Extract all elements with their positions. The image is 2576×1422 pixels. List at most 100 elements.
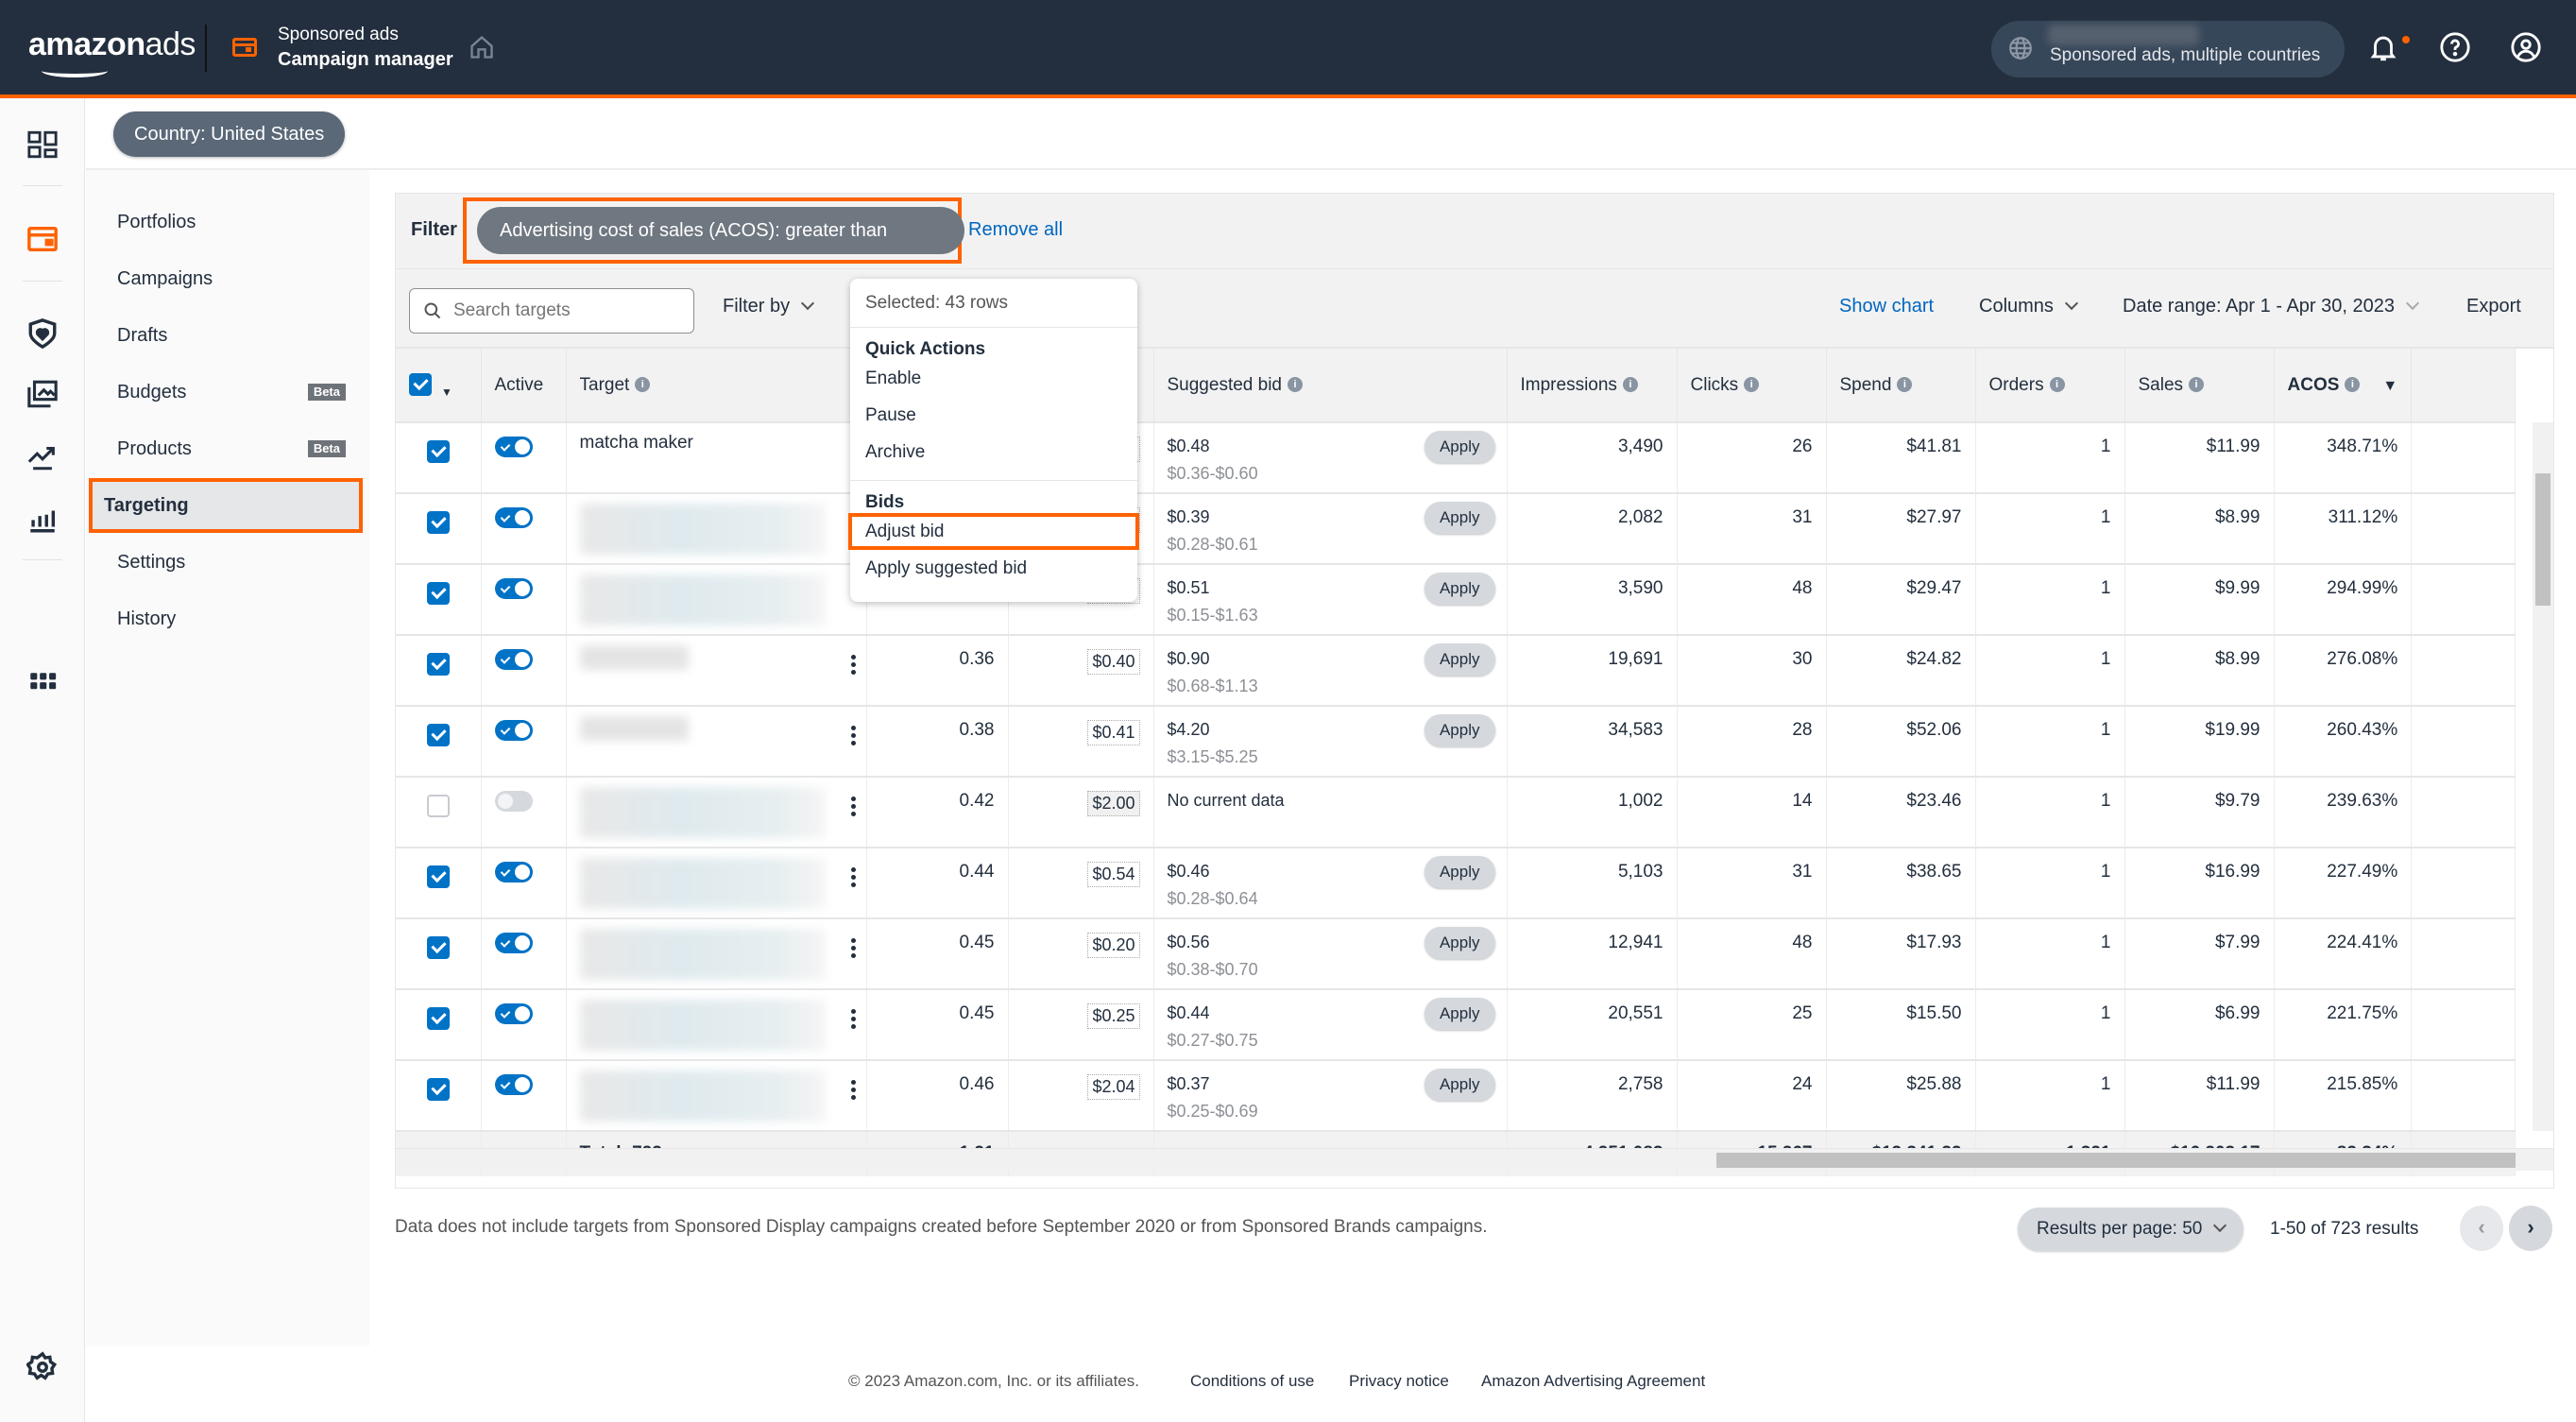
apply-suggested-bid-button[interactable]: Apply xyxy=(1424,856,1495,888)
export-button[interactable]: Export xyxy=(2466,296,2521,317)
dashboard-icon[interactable] xyxy=(26,128,59,161)
bid-input[interactable]: $2.04 xyxy=(1087,1074,1140,1100)
search-targets-input[interactable] xyxy=(453,289,680,333)
row-checkbox[interactable] xyxy=(426,1007,450,1030)
privacy-notice-link[interactable]: Privacy notice xyxy=(1349,1372,1449,1391)
menu-item-adjust-bid[interactable]: Adjust bid xyxy=(848,513,1139,550)
info-icon[interactable]: i xyxy=(1744,377,1760,393)
date-range-dropdown[interactable]: Date range: Apr 1 - Apr 30, 2023 xyxy=(2123,296,2420,317)
column-header-suggested-bid[interactable]: Suggested bid i xyxy=(1153,349,1508,423)
apply-suggested-bid-button[interactable]: Apply xyxy=(1424,502,1495,534)
apply-suggested-bid-button[interactable]: Apply xyxy=(1424,714,1495,746)
sidebar-item-drafts[interactable]: Drafts xyxy=(102,308,357,363)
sidebar-item-budgets[interactable]: Budgets Beta xyxy=(102,365,357,420)
column-header-target[interactable]: Target i xyxy=(566,349,867,423)
sidebar-item-portfolios[interactable]: Portfolios xyxy=(102,195,357,249)
more-options-kebab-icon[interactable] xyxy=(850,655,857,676)
bid-input[interactable]: $2.00 xyxy=(1087,791,1140,816)
conditions-of-use-link[interactable]: Conditions of use xyxy=(1190,1372,1314,1391)
column-header-active[interactable]: Active xyxy=(481,349,567,423)
row-checkbox[interactable] xyxy=(426,440,450,463)
row-checkbox[interactable] xyxy=(426,1078,450,1101)
table-row[interactable]: 0.42 $2.00 No current data 1,002 14 $23.46 1 $9… xyxy=(396,777,2516,848)
scrollbar-thumb[interactable] xyxy=(2535,473,2550,606)
more-options-kebab-icon[interactable] xyxy=(850,797,857,817)
brand-shield-icon[interactable] xyxy=(26,317,59,350)
apply-suggested-bid-button[interactable]: Apply xyxy=(1424,573,1495,605)
active-toggle[interactable] xyxy=(494,933,533,953)
info-icon[interactable]: i xyxy=(1897,377,1913,393)
more-options-kebab-icon[interactable] xyxy=(850,867,857,888)
columns-dropdown[interactable]: Columns xyxy=(1979,296,2078,317)
more-options-kebab-icon[interactable] xyxy=(850,1080,857,1101)
sort-chevron-down-icon[interactable]: ▼ xyxy=(2382,378,2397,394)
table-row[interactable]: $0.34$0.51$0.15-$1.63Apply3,59048$29.471… xyxy=(396,564,2516,636)
apply-suggested-bid-button[interactable]: Apply xyxy=(1424,927,1495,959)
bid-input[interactable]: $0.40 xyxy=(1087,649,1140,675)
bell-icon[interactable] xyxy=(2367,31,2399,63)
table-row[interactable]: 0.45 $0.20 $0.56 $0.38-$0.70 Apply 12,941 48 $1… xyxy=(396,918,2516,990)
info-icon[interactable]: i xyxy=(2049,377,2065,393)
settings-gear-icon[interactable] xyxy=(26,1351,59,1383)
scrollbar-thumb[interactable] xyxy=(1716,1153,2516,1168)
more-options-kebab-icon[interactable] xyxy=(850,726,857,746)
column-header-clicks[interactable]: Clicks i xyxy=(1677,349,1827,423)
select-menu-caret-icon[interactable]: ▼ xyxy=(441,385,452,399)
active-toggle[interactable] xyxy=(494,1003,533,1024)
row-checkbox[interactable] xyxy=(426,724,450,746)
sidebar-item-campaigns[interactable]: Campaigns xyxy=(102,251,357,306)
menu-item-archive[interactable]: Archive xyxy=(850,434,1137,471)
more-options-kebab-icon[interactable] xyxy=(850,938,857,959)
row-checkbox[interactable] xyxy=(426,582,450,605)
media-library-icon[interactable] xyxy=(26,378,59,410)
advertising-agreement-link[interactable]: Amazon Advertising Agreement xyxy=(1481,1372,1705,1391)
table-row[interactable]: 0.46 $2.04 $0.37 $0.25-$0.69 Apply 2,758 24 $25… xyxy=(396,1060,2516,1132)
amazon-ads-logo[interactable]: amazonads xyxy=(28,26,196,77)
menu-item-pause[interactable]: Pause xyxy=(850,397,1137,434)
table-row[interactable]: 0.38 $0.41 $4.20 $3.15-$5.25 Apply 34,583 28 $5… xyxy=(396,706,2516,778)
horizontal-scrollbar[interactable] xyxy=(396,1148,2553,1171)
apply-suggested-bid-button[interactable]: Apply xyxy=(1424,998,1495,1030)
select-all-checkbox[interactable] xyxy=(409,372,432,396)
table-row[interactable]: 0.36 $0.40 $0.90 $0.68-$1.13 Apply 19,691 30 $2… xyxy=(396,635,2516,707)
active-toggle[interactable] xyxy=(494,720,533,741)
sidebar-item-targeting[interactable]: Targeting xyxy=(89,478,363,533)
row-checkbox[interactable] xyxy=(426,653,450,676)
info-icon[interactable]: i xyxy=(1622,377,1638,393)
country-selector[interactable]: Country: United States xyxy=(113,111,346,157)
column-header-spend[interactable]: Spend i xyxy=(1826,349,1976,423)
remove-all-link[interactable]: Remove all xyxy=(968,219,1063,241)
help-icon[interactable] xyxy=(2439,31,2471,63)
sidebar-item-settings[interactable]: Settings xyxy=(102,535,357,590)
active-toggle[interactable] xyxy=(494,649,533,670)
table-row[interactable]: $0.50$0.39$0.28-$0.61Apply2,08231$27.971… xyxy=(396,493,2516,565)
bid-input[interactable]: $0.41 xyxy=(1087,720,1140,745)
active-toggle[interactable] xyxy=(494,437,533,457)
search-box[interactable] xyxy=(409,288,694,334)
table-row[interactable]: 0.45 $0.25 $0.44 $0.27-$0.75 Apply 20,551 25 $1… xyxy=(396,989,2516,1061)
row-checkbox[interactable] xyxy=(426,795,450,817)
results-per-page-dropdown[interactable]: Results per page: 50 xyxy=(2018,1208,2244,1251)
reports-bar-icon[interactable] xyxy=(26,503,59,535)
column-header-impressions[interactable]: Impressions i xyxy=(1507,349,1678,423)
user-profile-icon[interactable] xyxy=(2510,31,2542,63)
column-header-sales[interactable]: Sales i xyxy=(2124,349,2275,423)
active-toggle[interactable] xyxy=(494,1074,533,1095)
active-toggle[interactable] xyxy=(494,862,533,882)
menu-item-enable[interactable]: Enable xyxy=(850,360,1137,397)
acos-filter-chip[interactable]: Advertising cost of sales (ACOS): greate… xyxy=(477,207,964,289)
active-toggle[interactable] xyxy=(494,507,533,528)
column-header-orders[interactable]: Orders i xyxy=(1975,349,2125,423)
apps-grid-icon[interactable] xyxy=(26,669,59,701)
trending-icon[interactable] xyxy=(26,440,59,472)
info-icon[interactable]: i xyxy=(2345,377,2361,393)
info-icon[interactable]: i xyxy=(2189,377,2205,393)
column-header-acos[interactable]: ACOS i ▼ xyxy=(2274,349,2413,423)
filter-by-dropdown[interactable]: Filter by xyxy=(723,296,815,317)
row-checkbox[interactable] xyxy=(426,511,450,534)
apply-suggested-bid-button[interactable]: Apply xyxy=(1424,431,1495,463)
sidebar-item-products[interactable]: Products Beta xyxy=(102,421,357,476)
account-selector[interactable]: Sponsored ads, multiple countries xyxy=(1991,21,2345,77)
show-chart-link[interactable]: Show chart xyxy=(1839,296,1934,317)
prev-page-button[interactable]: ‹ xyxy=(2460,1206,2503,1251)
